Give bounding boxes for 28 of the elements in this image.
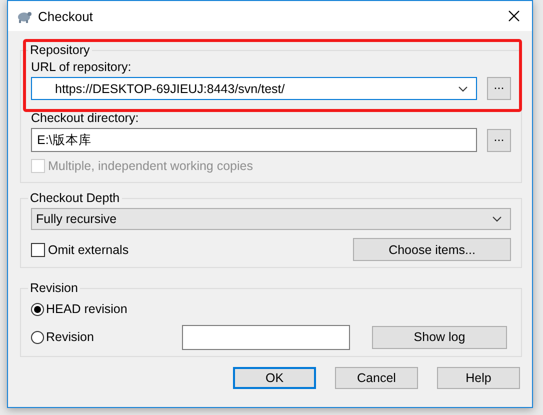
show-log-button[interactable]: Show log — [372, 326, 507, 348]
browse-button[interactable]: ... — [487, 77, 511, 100]
directory-field[interactable]: E:\版本库 — [31, 128, 477, 152]
radio-button[interactable] — [31, 330, 44, 344]
revision-field[interactable] — [182, 324, 350, 350]
choose-items-button[interactable]: Choose items... — [353, 238, 511, 261]
group-title: Checkout Depth — [29, 191, 121, 205]
group-title: Repository — [29, 43, 91, 57]
radio-label: HEAD revision — [46, 302, 128, 316]
radio-button[interactable] — [31, 302, 44, 316]
checkbox[interactable] — [31, 242, 45, 256]
field-label: Checkout directory: — [31, 111, 139, 125]
chevron-icon — [492, 216, 502, 222]
window-title: Checkout — [38, 8, 94, 24]
group-title: Revision — [29, 281, 79, 295]
close-icon[interactable] — [508, 10, 520, 22]
dialog-button[interactable]: Help — [437, 367, 520, 389]
chevron-icon — [458, 86, 468, 92]
checkbox-label: Omit externals — [48, 242, 129, 256]
dialog-button[interactable]: OK — [233, 367, 316, 389]
checkbox-label: Multiple, independent working copies — [48, 159, 253, 173]
turtle-icon — [16, 9, 32, 23]
browse-button[interactable]: ... — [487, 128, 511, 152]
url-combobox[interactable]: https://DESKTOP-69JIEUJ:8443/svn/test/ — [31, 77, 477, 100]
field-label: URL of repository: — [31, 60, 132, 74]
radio-label: Revision — [46, 330, 95, 344]
depth-dropdown[interactable]: Fully recursive — [31, 208, 511, 230]
dialog-button[interactable]: Cancel — [335, 367, 418, 389]
